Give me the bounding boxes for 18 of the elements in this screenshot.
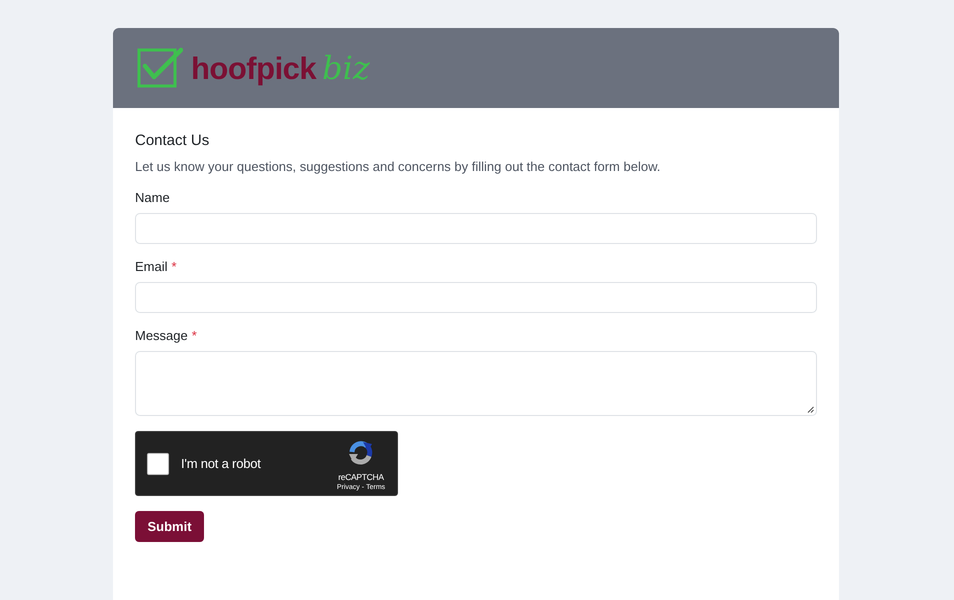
input-field[interactable] — [135, 213, 817, 244]
submit-button[interactable]: Submit — [135, 511, 204, 542]
form-title: Contact Us — [135, 132, 210, 150]
form-description: Let us know your questions, suggestions and concerns by filling out the contact form below. — [135, 158, 660, 176]
field-label: Message — [135, 327, 188, 345]
captcha-checkbox[interactable] — [147, 452, 169, 474]
message-field[interactable] — [135, 351, 817, 416]
captcha-label: I'm not a robot — [181, 456, 261, 471]
captcha-brand: reCAPTCHA — [338, 472, 384, 482]
field-label: Name — [135, 189, 170, 207]
checkbox-tick-logo-icon — [137, 46, 183, 88]
brand-suffix: biz — [322, 52, 370, 84]
resize-grip-icon[interactable] — [807, 406, 814, 413]
required-mark: * — [192, 327, 197, 345]
required-mark: * — [172, 258, 177, 276]
brand-name: hoofpick — [191, 52, 316, 84]
field-label: Email — [135, 258, 168, 276]
input-field[interactable] — [135, 282, 817, 313]
